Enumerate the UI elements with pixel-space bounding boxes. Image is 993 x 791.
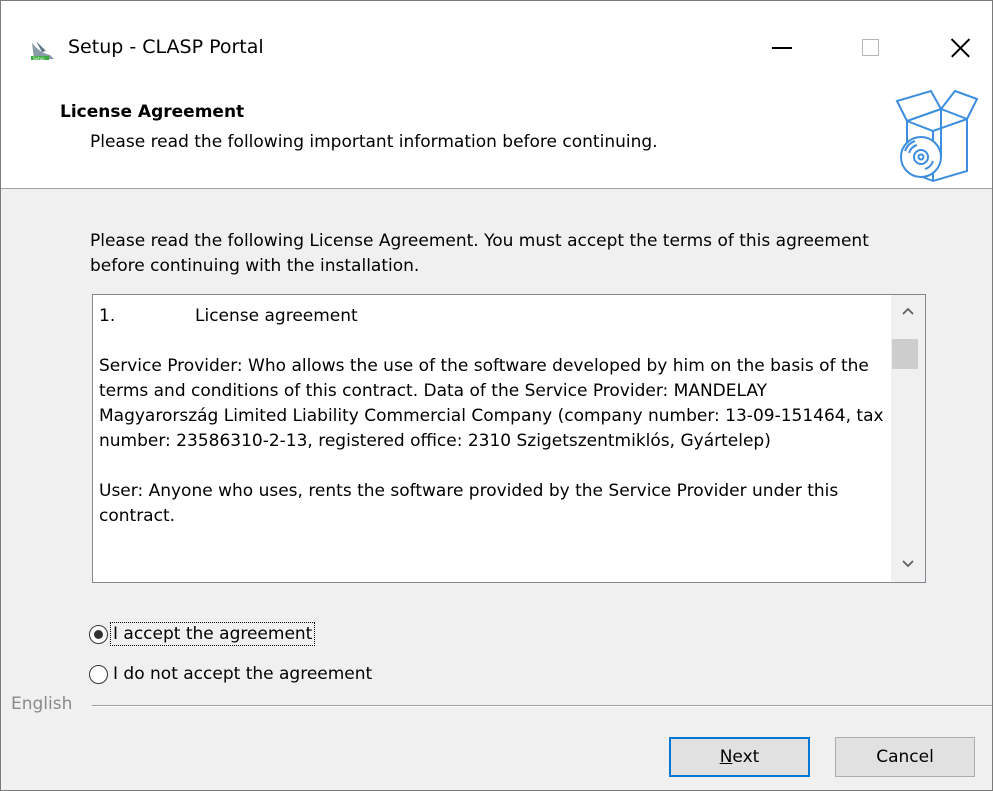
page-title: License Agreement bbox=[60, 102, 245, 122]
accept-radio[interactable] bbox=[89, 624, 108, 644]
setup-app-icon: Setup bbox=[30, 39, 58, 61]
license-heading-number: 1. bbox=[99, 306, 116, 326]
license-heading: 1. License agreement bbox=[99, 304, 889, 329]
accept-agreement-option[interactable]: I accept the agreement bbox=[89, 620, 316, 648]
license-paragraph: Service Provider: Who allows the use of … bbox=[99, 356, 889, 451]
maximize-icon[interactable] bbox=[841, 23, 901, 71]
wizard-header: License Agreement Please read the follow… bbox=[1, 85, 992, 189]
license-paragraph: User: Anyone who uses, rents the softwar… bbox=[99, 481, 844, 526]
minimize-icon[interactable] bbox=[751, 23, 811, 71]
footer-divider bbox=[92, 705, 992, 707]
scroll-down-icon[interactable] bbox=[891, 548, 925, 582]
next-button-label: Next bbox=[719, 747, 760, 767]
license-text-box[interactable]: 1. License agreement Service Provider: Wh… bbox=[92, 294, 926, 583]
decline-radio[interactable] bbox=[89, 664, 108, 684]
next-button[interactable]: Next bbox=[669, 737, 810, 777]
decline-radio-label[interactable]: I do not accept the agreement bbox=[111, 663, 374, 685]
title-bar[interactable]: Setup Setup - CLASP Portal bbox=[1, 1, 992, 85]
vertical-scrollbar[interactable] bbox=[891, 295, 925, 582]
scroll-up-icon[interactable] bbox=[891, 295, 925, 329]
intro-text: Please read the following License Agreem… bbox=[90, 231, 869, 276]
cancel-button[interactable]: Cancel bbox=[835, 737, 975, 777]
decline-agreement-option[interactable]: I do not accept the agreement bbox=[89, 660, 374, 688]
scrollbar-thumb[interactable] bbox=[892, 339, 918, 369]
language-label: English bbox=[11, 694, 73, 714]
license-text: 1. License agreement Service Provider: Wh… bbox=[99, 304, 889, 554]
page-subtitle: Please read the following important info… bbox=[90, 132, 658, 152]
setup-window: Setup Setup - CLASP Portal License Agree… bbox=[0, 0, 993, 791]
svg-text:Setup: Setup bbox=[33, 56, 45, 61]
window-title: Setup - CLASP Portal bbox=[68, 36, 264, 58]
accept-radio-label[interactable]: I accept the agreement bbox=[109, 622, 316, 646]
close-icon[interactable] bbox=[932, 23, 992, 71]
software-box-cd-icon bbox=[893, 87, 979, 183]
cancel-button-label: Cancel bbox=[876, 747, 934, 767]
license-heading-text: License agreement bbox=[195, 306, 358, 326]
